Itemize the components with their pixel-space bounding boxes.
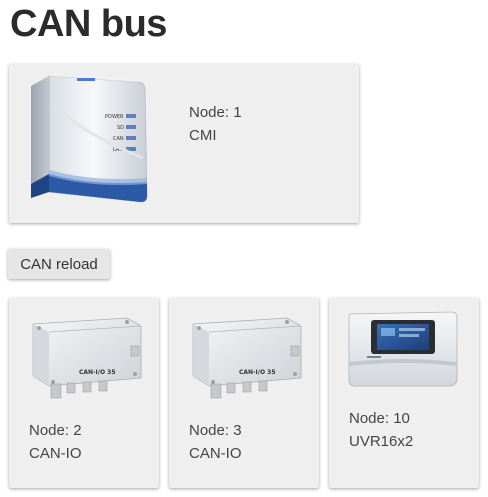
svg-text:CAN: CAN — [113, 136, 124, 142]
device-card-canio-3[interactable]: CAN-I/O 35 Node: 3 CAN-IO — [169, 298, 319, 488]
node-number: Node: 1 — [189, 104, 242, 121]
device-name: UVR16x2 — [349, 433, 414, 450]
device-info: Node: 2 CAN-IO — [29, 419, 82, 465]
canio-device-image: CAN-I/O 35 — [191, 316, 303, 409]
svg-text:CAN-I/O 35: CAN-I/O 35 — [239, 369, 276, 376]
device-name: CMI — [189, 127, 217, 144]
svg-text:POWER: POWER — [105, 114, 124, 120]
node-number: Node: 10 — [349, 410, 410, 427]
svg-text:SD: SD — [117, 125, 124, 131]
device-info: Node: 10 UVR16x2 — [349, 407, 413, 453]
node-number: Node: 2 — [29, 422, 82, 439]
node-number: Node: 3 — [189, 422, 242, 439]
page-title: CAN bus — [10, 3, 167, 45]
uvr16x2-device-image — [347, 310, 461, 395]
device-name: CAN-IO — [29, 445, 82, 462]
svg-text:CAN-I/O 35: CAN-I/O 35 — [79, 369, 116, 376]
device-card-cmi[interactable]: POWER SD CAN LAN Node: 1 CMI — [9, 64, 359, 223]
device-info: Node: 1 CMI — [189, 101, 242, 147]
device-card-uvr16x2[interactable]: Node: 10 UVR16x2 — [329, 298, 479, 488]
canio-device-image: CAN-I/O 35 — [31, 316, 143, 409]
can-reload-button[interactable]: CAN reload — [8, 249, 110, 279]
device-name: CAN-IO — [189, 445, 242, 462]
device-info: Node: 3 CAN-IO — [189, 419, 242, 465]
cmi-device-image: POWER SD CAN LAN — [23, 74, 155, 214]
device-card-canio-2[interactable]: CAN-I/O 35 Node: 2 CAN-IO — [9, 298, 159, 488]
